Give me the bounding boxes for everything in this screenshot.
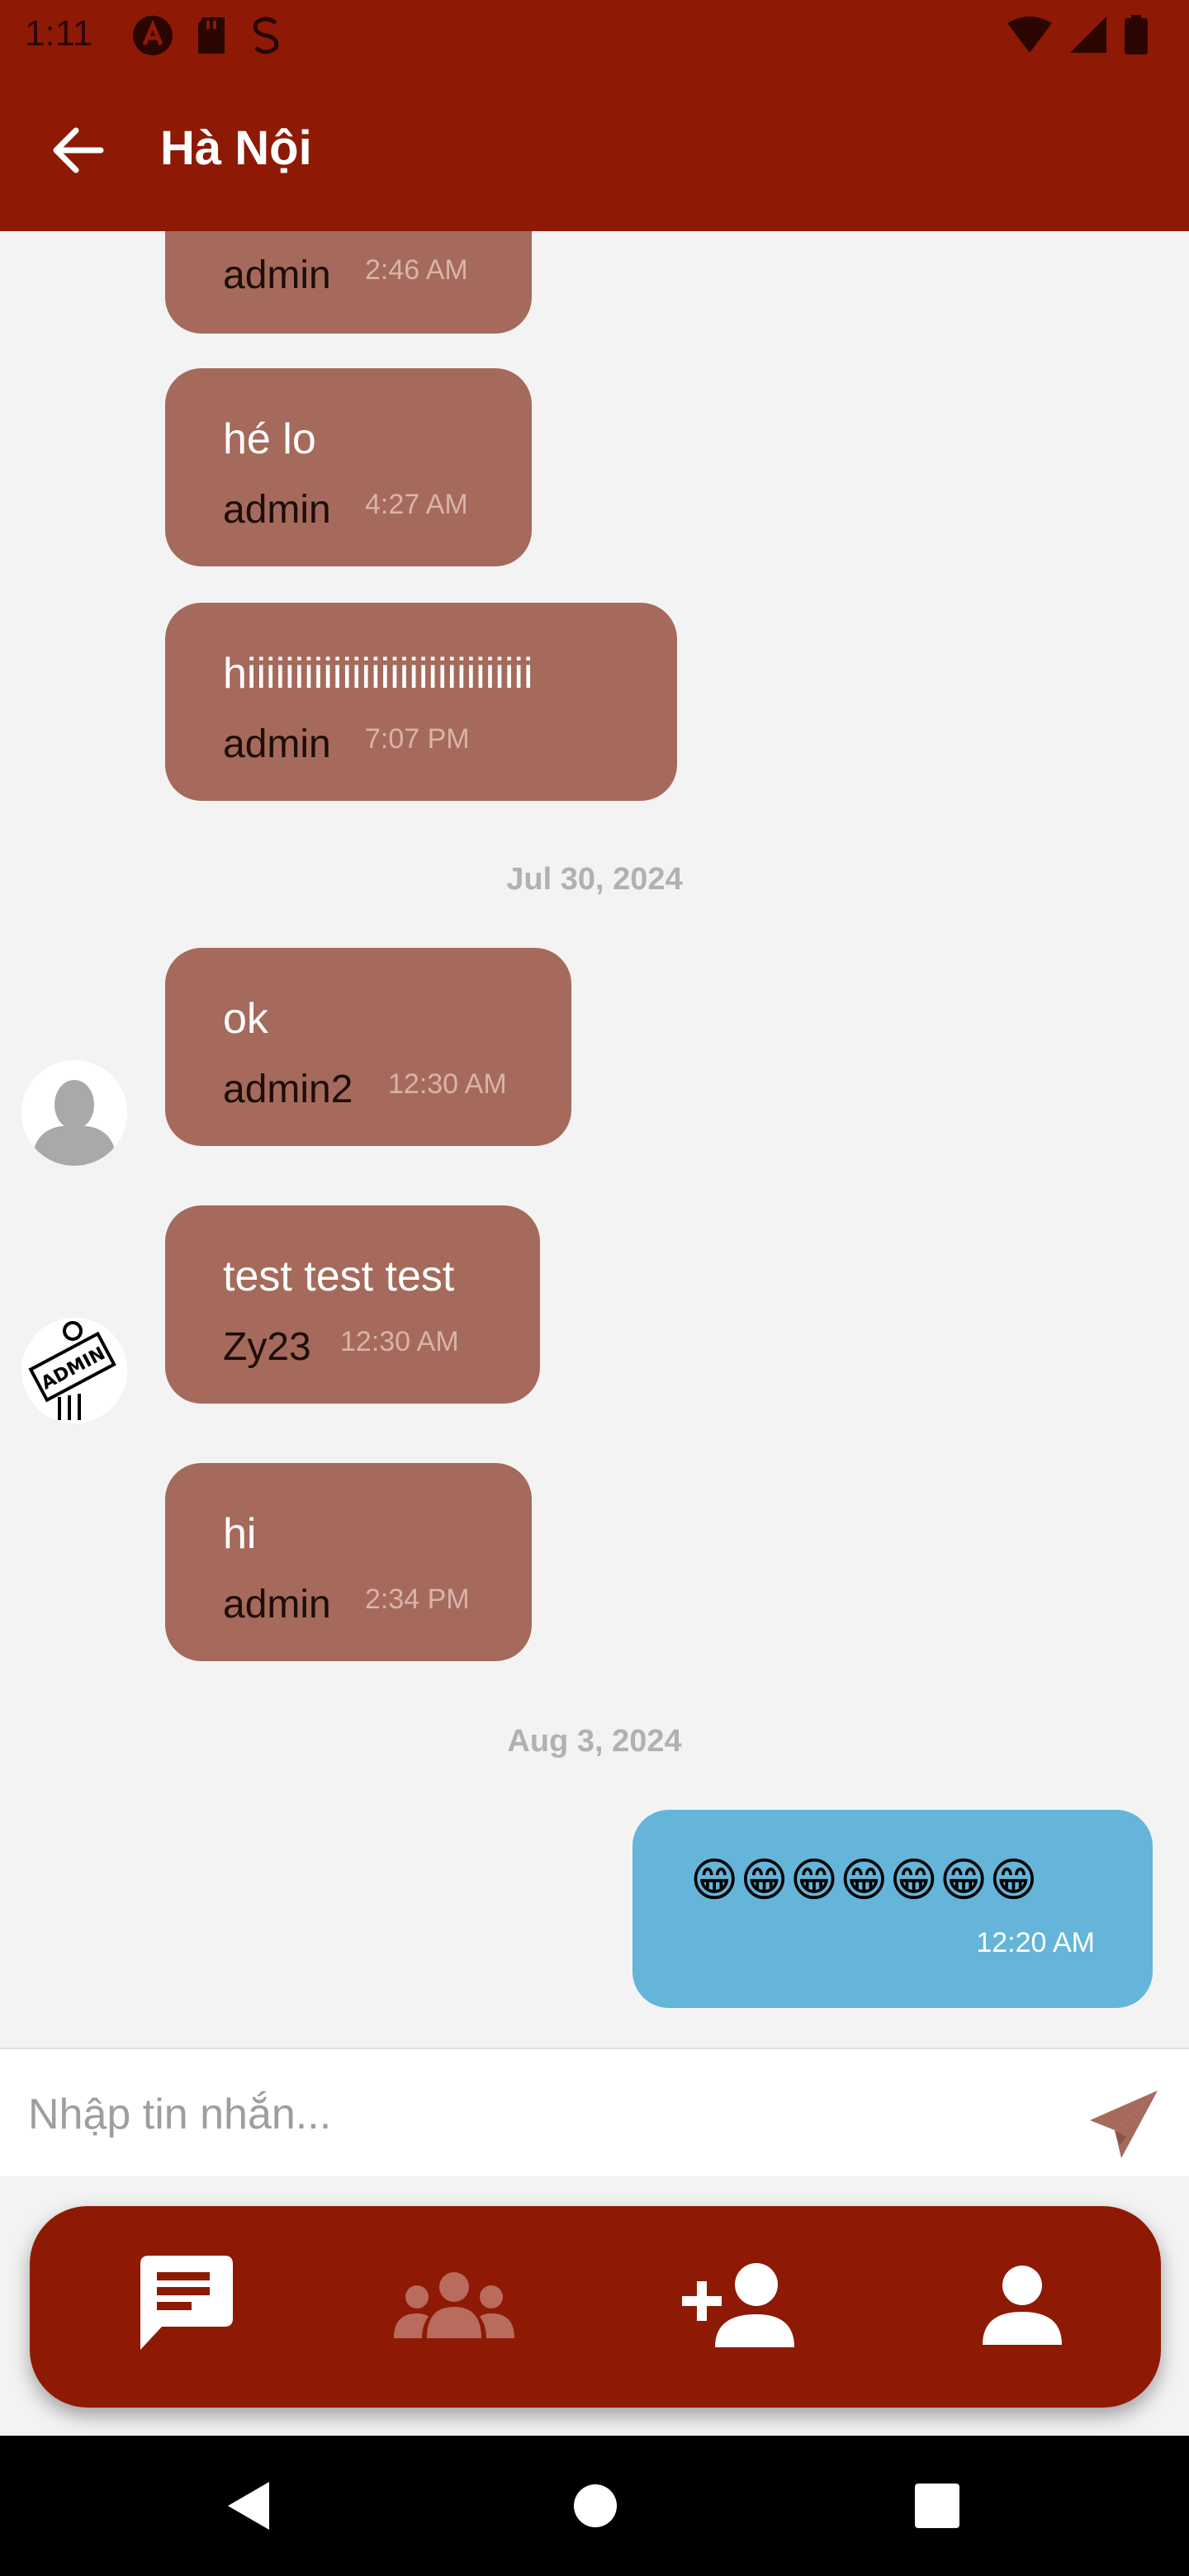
- home-circle-icon: [574, 2484, 617, 2527]
- message-bubble[interactable]: test test test Zy23 12:30 AM: [165, 1205, 540, 1404]
- bottom-nav-container: [0, 2176, 1189, 2436]
- status-bar: 1:11: [0, 0, 1189, 69]
- chat-title: Hà Nội: [160, 121, 312, 175]
- status-icons-right: [1007, 15, 1148, 54]
- message-time: 2:46 AM: [365, 254, 468, 286]
- wifi-icon: [1007, 17, 1052, 53]
- nav-add-friend[interactable]: [670, 2239, 803, 2371]
- system-back-button[interactable]: [220, 2477, 277, 2535]
- send-button[interactable]: [1087, 2087, 1161, 2162]
- message-time: 4:27 AM: [365, 489, 468, 520]
- a-logo-icon: [133, 16, 173, 55]
- status-icons-left: [132, 15, 282, 56]
- message-time: 12:20 AM: [976, 1927, 1095, 1958]
- default-person-icon: [21, 1060, 127, 1166]
- s-sync-icon: [253, 17, 279, 54]
- message-text: hiiiiiiiiiiiiiiiiiiiiiiiiiiiiii: [223, 650, 533, 698]
- back-button[interactable]: [46, 119, 109, 182]
- status-time: 1:11: [25, 13, 93, 54]
- sd-card-icon: [198, 17, 225, 54]
- message-input[interactable]: [28, 2077, 1035, 2152]
- message-sender: admin2: [223, 1068, 353, 1111]
- message-sender: admin: [223, 1583, 331, 1627]
- message-text: test test test: [223, 1252, 455, 1300]
- avatar[interactable]: ADMIN: [21, 1318, 127, 1423]
- app-bar: Hà Nội: [0, 69, 1189, 231]
- message-bubble[interactable]: admin 2:46 AM: [165, 231, 532, 334]
- system-navigation-bar: [0, 2436, 1189, 2576]
- chat-icon: [140, 2256, 233, 2350]
- message-text: 😁😁😁😁😁😁😁: [690, 1854, 1040, 1906]
- message-time: 12:30 AM: [388, 1068, 507, 1100]
- nav-chats[interactable]: [117, 2239, 249, 2371]
- message-time: 12:30 AM: [340, 1326, 459, 1357]
- message-sender: Zy23: [223, 1325, 311, 1369]
- message-sender: admin: [223, 488, 331, 532]
- message-text: ok: [223, 995, 268, 1043]
- admin-sign-icon: ADMIN: [21, 1318, 127, 1423]
- recents-square-icon: [915, 2484, 959, 2528]
- battery-icon: [1125, 15, 1148, 54]
- bottom-nav: [30, 2206, 1161, 2408]
- add-person-icon: [682, 2263, 794, 2347]
- groups-icon: [394, 2272, 514, 2338]
- system-home-button[interactable]: [566, 2477, 624, 2535]
- message-time: 2:34 PM: [365, 1584, 470, 1615]
- message-list[interactable]: admin 2:46 AM hé lo admin 4:27 AM hiiiii…: [0, 231, 1189, 2048]
- date-separator: Jul 30, 2024: [506, 862, 683, 897]
- date-separator: Aug 3, 2024: [507, 1724, 682, 1759]
- message-time: 7:07 PM: [365, 723, 470, 755]
- message-sender: admin: [223, 253, 331, 297]
- message-bubble[interactable]: hi admin 2:34 PM: [165, 1463, 532, 1661]
- my-message-bubble[interactable]: 😁😁😁😁😁😁😁 12:20 AM: [632, 1810, 1153, 2008]
- message-bubble[interactable]: hiiiiiiiiiiiiiiiiiiiiiiiiiiiiii admin 7:…: [165, 603, 677, 801]
- system-recents-button[interactable]: [908, 2477, 966, 2535]
- avatar[interactable]: [21, 1060, 127, 1166]
- message-composer: [0, 2048, 1189, 2176]
- message-sender: admin: [223, 722, 331, 766]
- signal-icon: [1070, 17, 1106, 53]
- back-triangle-icon: [228, 2482, 269, 2530]
- arrow-left-icon: [53, 127, 104, 173]
- message-bubble[interactable]: ok admin2 12:30 AM: [165, 948, 571, 1146]
- message-bubble[interactable]: hé lo admin 4:27 AM: [165, 368, 532, 566]
- nav-profile[interactable]: [956, 2239, 1088, 2371]
- message-text: hi: [223, 1510, 257, 1558]
- message-text: hé lo: [223, 415, 316, 463]
- nav-groups[interactable]: [388, 2239, 520, 2371]
- paper-plane-icon: [1090, 2091, 1158, 2158]
- person-icon: [983, 2266, 1062, 2345]
